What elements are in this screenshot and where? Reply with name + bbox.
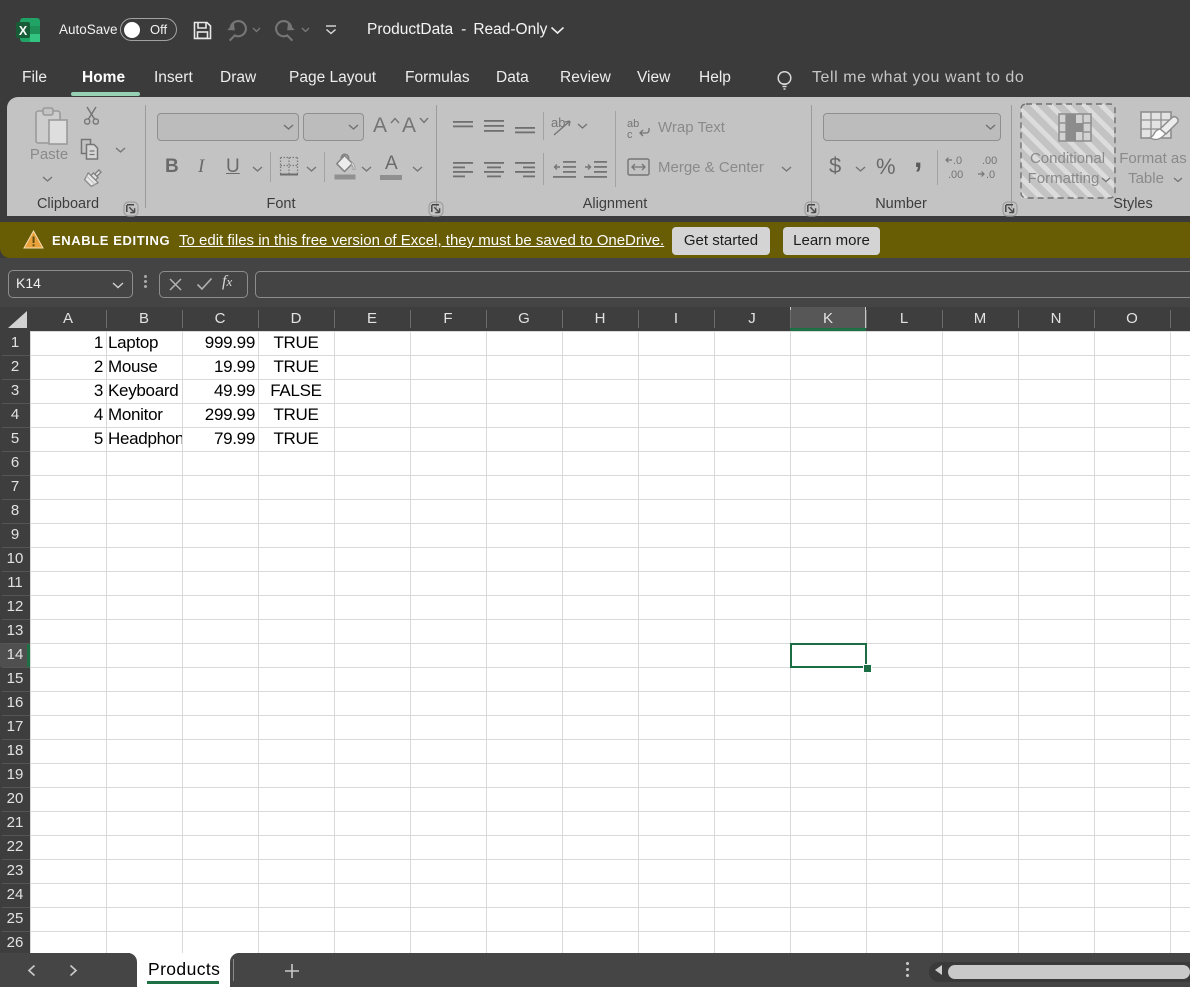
svg-text:.0: .0 — [953, 155, 962, 167]
svg-text:.00: .00 — [982, 155, 997, 167]
svg-text:c: c — [627, 129, 633, 139]
svg-text:.00: .00 — [948, 169, 963, 181]
svg-text:.0: .0 — [986, 169, 995, 181]
svg-text:X: X — [19, 24, 28, 38]
